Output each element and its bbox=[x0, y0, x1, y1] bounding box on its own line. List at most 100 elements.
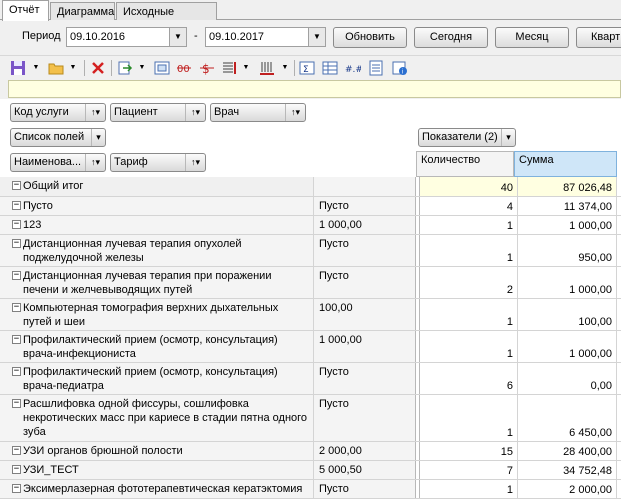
period-label: Период bbox=[22, 30, 61, 42]
column-header-sum[interactable]: Сумма bbox=[514, 151, 617, 177]
collapse-icon[interactable]: − bbox=[12, 201, 21, 210]
field-tariff[interactable]: Тариф ↑▾ bbox=[110, 153, 206, 172]
table-row[interactable]: − Профилактический прием (осмотр, консуль… bbox=[0, 363, 621, 395]
table-row[interactable]: − УЗИ органов брюшной полости 2 000,00 15 28… bbox=[0, 442, 621, 461]
row-name-cell: − УЗИ органов брюшной полости bbox=[0, 442, 314, 460]
period-dash: - bbox=[194, 30, 198, 42]
row-qty: 2 bbox=[420, 267, 518, 298]
list-icon[interactable] bbox=[368, 60, 384, 76]
collapse-icon[interactable]: − bbox=[12, 181, 21, 190]
row-name: Дистанционная лучевая терапия опухолей п… bbox=[23, 238, 242, 264]
chart-icon[interactable] bbox=[154, 60, 170, 76]
row-qty: 1 bbox=[420, 299, 518, 330]
row-name-cell: −123 bbox=[0, 216, 314, 234]
collapse-icon[interactable]: − bbox=[12, 271, 21, 280]
grand-total-row[interactable]: − Общий итог 40 87 026,48 bbox=[0, 177, 621, 197]
tab-chart[interactable]: Диаграмма bbox=[50, 2, 115, 20]
sort-icon[interactable]: ↑▾ bbox=[85, 104, 105, 121]
row-name-cell: − Профилактический прием (осмотр, консуль… bbox=[0, 331, 314, 362]
date-from-dropdown-icon[interactable]: ▼ bbox=[169, 28, 186, 46]
field-doctor[interactable]: Врач ↑▾ bbox=[210, 103, 306, 122]
month-button[interactable]: Месяц bbox=[495, 27, 569, 48]
collapse-icon[interactable]: − bbox=[12, 303, 21, 312]
field-patient[interactable]: Пациент ↑▾ bbox=[110, 103, 206, 122]
field-list-button[interactable]: Список полей ▾ bbox=[10, 128, 106, 147]
save-dropdown-icon[interactable]: ▼ bbox=[32, 60, 40, 76]
row-sum: 100,00 bbox=[518, 299, 617, 330]
table-row[interactable]: − Профилактический прием (осмотр, консуль… bbox=[0, 331, 621, 363]
collapse-icon[interactable]: − bbox=[12, 484, 21, 493]
collapse-icon[interactable]: − bbox=[12, 367, 21, 376]
collapse-icon[interactable]: − bbox=[12, 239, 21, 248]
row-qty: 1 bbox=[420, 480, 518, 498]
quarter-button[interactable]: Кварт bbox=[576, 27, 621, 48]
bar-dropdown-icon[interactable]: ▼ bbox=[281, 60, 289, 76]
today-button[interactable]: Сегодня bbox=[414, 27, 488, 48]
collapse-icon[interactable]: − bbox=[12, 335, 21, 344]
chevron-down-icon[interactable]: ▾ bbox=[501, 129, 515, 146]
table-row[interactable]: − Дистанционная лучевая терапия при пораж… bbox=[0, 267, 621, 299]
tab-report[interactable]: Отчёт bbox=[2, 0, 49, 21]
open-dropdown-icon[interactable]: ▼ bbox=[69, 60, 77, 76]
toolbar-separator bbox=[294, 60, 295, 76]
row-name-cell: − УЗИ_ТЕСТ bbox=[0, 461, 314, 479]
open-folder-icon[interactable] bbox=[48, 60, 64, 76]
bar-icon[interactable] bbox=[259, 60, 275, 76]
sort-icon[interactable]: ↑▾ bbox=[185, 104, 205, 121]
field-name-label: Наименова... bbox=[14, 156, 82, 168]
collapse-icon[interactable]: − bbox=[12, 465, 21, 474]
table-row[interactable]: −123 1 000,00 1 1 000,00 bbox=[0, 216, 621, 235]
row-name-cell: − Профилактический прием (осмотр, консуль… bbox=[0, 363, 314, 394]
field-service-code[interactable]: Код услуги ↑▾ bbox=[10, 103, 106, 122]
chevron-down-icon[interactable]: ▾ bbox=[91, 129, 105, 146]
delete-icon[interactable] bbox=[90, 60, 106, 76]
table-row[interactable]: − Пусто Пусто 4 11 374,00 bbox=[0, 197, 621, 216]
table-row[interactable]: − Эксимерлазерная фототерапевтическая кер… bbox=[0, 480, 621, 499]
field-tariff-label: Тариф bbox=[114, 156, 148, 168]
tab-bar: Отчёт Диаграмма Исходные данные bbox=[0, 0, 621, 32]
sort-icon[interactable]: ↑▾ bbox=[285, 104, 305, 121]
currency-icon[interactable]: $ bbox=[199, 60, 215, 76]
row-qty: 1 bbox=[420, 216, 518, 234]
collapse-icon[interactable]: − bbox=[12, 446, 21, 455]
export-dropdown-icon[interactable]: ▼ bbox=[138, 60, 146, 76]
columns-dropdown-icon[interactable]: ▼ bbox=[242, 60, 250, 76]
field-name[interactable]: Наименова... ↑▾ bbox=[10, 153, 106, 172]
toolbar-separator bbox=[111, 60, 112, 76]
table-row[interactable]: − УЗИ_ТЕСТ 5 000,50 7 34 752,48 bbox=[0, 461, 621, 480]
tab-source-data[interactable]: Исходные данные bbox=[116, 2, 217, 32]
table-row[interactable]: − Расшлифовка одной фиссуры, сошлифовка н… bbox=[0, 395, 621, 442]
export-icon[interactable] bbox=[117, 60, 133, 76]
indicators-button[interactable]: Показатели (2) ▾ bbox=[418, 128, 516, 147]
row-tariff: 2 000,00 bbox=[314, 442, 416, 460]
row-sum: 0,00 bbox=[518, 363, 617, 394]
row-name: Общий итог bbox=[23, 180, 84, 192]
row-qty: 1 bbox=[420, 235, 518, 266]
collapse-icon[interactable]: − bbox=[12, 399, 21, 408]
column-header-qty[interactable]: Количество bbox=[416, 151, 514, 177]
row-tariff: 1 000,00 bbox=[314, 216, 416, 234]
collapse-icon[interactable]: − bbox=[12, 220, 21, 229]
table-icon[interactable] bbox=[322, 60, 338, 76]
row-sum: 11 374,00 bbox=[518, 197, 617, 215]
date-to-dropdown-icon[interactable]: ▼ bbox=[308, 28, 325, 46]
refresh-button[interactable]: Обновить bbox=[333, 27, 407, 48]
strikethrough-icon[interactable]: 00 bbox=[176, 60, 192, 76]
date-to-value: 09.10.2017 bbox=[209, 31, 265, 43]
sort-icon[interactable]: ↑▾ bbox=[85, 154, 105, 171]
date-to-field[interactable]: 09.10.2017 ▼ bbox=[205, 27, 326, 47]
toolbar: ▼ ▼ ▼ 00 $ ▼ ▼ Σ #.# i bbox=[0, 55, 621, 79]
columns-icon[interactable] bbox=[221, 60, 237, 76]
calendar-icon[interactable]: i bbox=[392, 60, 408, 76]
date-from-field[interactable]: 09.10.2016 ▼ bbox=[66, 27, 187, 47]
row-sum: 28 400,00 bbox=[518, 442, 617, 460]
table-row[interactable]: − Дистанционная лучевая терапия опухолей … bbox=[0, 235, 621, 267]
save-icon[interactable] bbox=[10, 60, 26, 76]
sort-icon[interactable]: ↑▾ bbox=[185, 154, 205, 171]
formula-icon[interactable]: Σ bbox=[299, 60, 315, 76]
dots-icon[interactable]: #.# bbox=[345, 60, 363, 76]
row-name-cell: − Пусто bbox=[0, 197, 314, 215]
table-row[interactable]: − Компьютерная томография верхних дыхател… bbox=[0, 299, 621, 331]
row-sum: 950,00 bbox=[518, 235, 617, 266]
row-name: Расшлифовка одной фиссуры, сошлифовка не… bbox=[23, 398, 308, 438]
